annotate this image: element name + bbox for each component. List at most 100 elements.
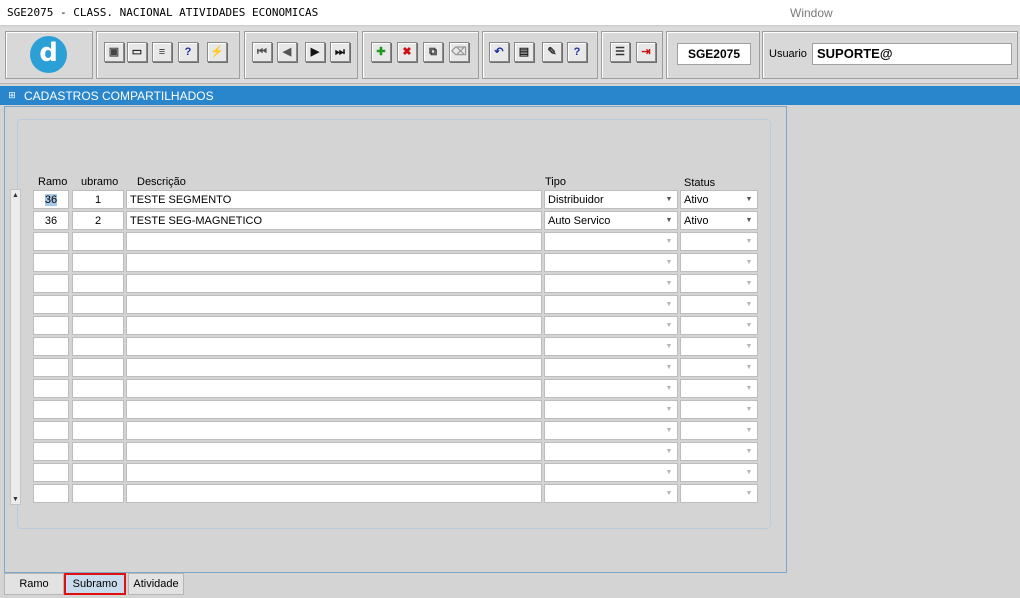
chevron-down-icon[interactable]: ▼ — [741, 422, 757, 439]
chevron-down-icon[interactable]: ▼ — [741, 485, 757, 502]
cell-descricao[interactable] — [126, 400, 542, 419]
previous-record-button[interactable]: ◀ — [277, 42, 297, 62]
cell-tipo[interactable]: ▼ — [544, 463, 678, 482]
chevron-down-icon[interactable]: ▼ — [661, 485, 677, 502]
chevron-down-icon[interactable]: ▼ — [741, 212, 757, 229]
cell-subramo[interactable] — [72, 337, 124, 356]
undo-button[interactable]: ↶ — [489, 42, 509, 62]
cell-status[interactable]: ▼ — [680, 337, 758, 356]
cell-descricao[interactable] — [126, 442, 542, 461]
cell-descricao[interactable] — [126, 358, 542, 377]
chevron-down-icon[interactable]: ▼ — [661, 464, 677, 481]
cell-descricao[interactable] — [126, 463, 542, 482]
chevron-down-icon[interactable]: ▼ — [661, 422, 677, 439]
clear-record-button[interactable]: ⌫ — [449, 42, 469, 62]
cell-descricao[interactable] — [126, 232, 542, 251]
chevron-down-icon[interactable]: ▼ — [661, 317, 677, 334]
clipboard-button[interactable]: ▤ — [514, 42, 534, 62]
cell-status[interactable]: ▼ — [680, 295, 758, 314]
chevron-down-icon[interactable]: ▼ — [741, 296, 757, 313]
cell-descricao[interactable] — [126, 316, 542, 335]
logo-button[interactable]: d — [30, 36, 67, 73]
cell-ramo[interactable] — [33, 316, 69, 335]
query-button[interactable]: ? — [178, 42, 198, 62]
cell-status[interactable]: ▼ — [680, 463, 758, 482]
cell-tipo[interactable]: ▼ — [544, 484, 678, 503]
cell-subramo[interactable] — [72, 463, 124, 482]
cell-status[interactable]: ▼ — [680, 421, 758, 440]
cell-ramo[interactable] — [33, 232, 69, 251]
cell-tipo[interactable]: ▼ — [544, 232, 678, 251]
chevron-down-icon[interactable]: ▼ — [741, 464, 757, 481]
chevron-down-icon[interactable]: ▼ — [741, 317, 757, 334]
cell-ramo[interactable] — [33, 253, 69, 272]
delete-record-button[interactable]: ✖ — [397, 42, 417, 62]
chevron-down-icon[interactable]: ▼ — [741, 191, 757, 208]
cell-ramo[interactable] — [33, 358, 69, 377]
cell-descricao[interactable] — [126, 253, 542, 272]
cell-descricao[interactable] — [126, 337, 542, 356]
chevron-down-icon[interactable]: ▼ — [661, 275, 677, 292]
cell-tipo[interactable]: ▼ — [544, 379, 678, 398]
save-button[interactable]: ▣ — [104, 42, 124, 62]
cell-tipo[interactable]: ▼ — [544, 337, 678, 356]
cell-subramo[interactable] — [72, 442, 124, 461]
cell-status[interactable]: Ativo ▼ — [680, 211, 758, 230]
chevron-down-icon[interactable]: ▼ — [661, 380, 677, 397]
cell-tipo[interactable]: Auto Servico ▼ — [544, 211, 678, 230]
cell-ramo[interactable] — [33, 400, 69, 419]
cell-tipo[interactable]: ▼ — [544, 253, 678, 272]
cell-status[interactable]: ▼ — [680, 358, 758, 377]
scroll-up-icon[interactable]: ▲ — [11, 190, 20, 200]
duplicate-record-button[interactable]: ⧉ — [423, 42, 443, 62]
last-record-button[interactable]: ⏭ — [330, 42, 350, 62]
chevron-down-icon[interactable]: ▼ — [661, 401, 677, 418]
cell-ramo[interactable] — [33, 379, 69, 398]
chevron-down-icon[interactable]: ▼ — [741, 380, 757, 397]
cell-tipo[interactable]: ▼ — [544, 316, 678, 335]
tools-button[interactable]: ✎ — [542, 42, 562, 62]
chevron-down-icon[interactable]: ▼ — [661, 254, 677, 271]
scroll-down-icon[interactable]: ▼ — [11, 494, 20, 504]
cell-subramo[interactable] — [72, 421, 124, 440]
tab-ramo[interactable]: Ramo — [4, 573, 64, 595]
chevron-down-icon[interactable]: ▼ — [741, 443, 757, 460]
cell-subramo[interactable] — [72, 316, 124, 335]
cell-subramo[interactable] — [72, 253, 124, 272]
print-button[interactable]: ≡ — [152, 42, 172, 62]
cell-tipo[interactable]: ▼ — [544, 295, 678, 314]
cell-status[interactable]: ▼ — [680, 379, 758, 398]
chevron-down-icon[interactable]: ▼ — [741, 275, 757, 292]
chevron-down-icon[interactable]: ▼ — [741, 254, 757, 271]
chevron-down-icon[interactable]: ▼ — [661, 359, 677, 376]
chevron-down-icon[interactable]: ▼ — [741, 338, 757, 355]
exit-button[interactable]: ⇥ — [636, 42, 656, 62]
cell-ramo[interactable] — [33, 295, 69, 314]
cell-ramo[interactable] — [33, 463, 69, 482]
cell-ramo[interactable] — [33, 337, 69, 356]
help-button[interactable]: ? — [567, 42, 587, 62]
cell-subramo[interactable] — [72, 379, 124, 398]
cell-status[interactable]: ▼ — [680, 274, 758, 293]
cell-descricao[interactable]: TESTE SEG-MAGNETICO — [126, 211, 542, 230]
cell-descricao[interactable] — [126, 421, 542, 440]
cell-subramo[interactable] — [72, 484, 124, 503]
cell-subramo[interactable] — [72, 400, 124, 419]
window-menu[interactable]: Window — [790, 6, 833, 20]
cell-descricao[interactable] — [126, 274, 542, 293]
cell-status[interactable]: Ativo ▼ — [680, 190, 758, 209]
usuario-field[interactable]: SUPORTE@ — [812, 43, 1012, 65]
cell-tipo[interactable]: Distribuidor ▼ — [544, 190, 678, 209]
first-record-button[interactable]: ⏮ — [252, 42, 272, 62]
chevron-down-icon[interactable]: ▼ — [661, 443, 677, 460]
cell-subramo[interactable] — [72, 232, 124, 251]
cell-status[interactable]: ▼ — [680, 400, 758, 419]
chevron-down-icon[interactable]: ▼ — [741, 233, 757, 250]
cell-status[interactable]: ▼ — [680, 253, 758, 272]
cell-ramo[interactable] — [33, 274, 69, 293]
cell-ramo[interactable] — [33, 442, 69, 461]
cell-subramo[interactable] — [72, 274, 124, 293]
cell-tipo[interactable]: ▼ — [544, 358, 678, 377]
cell-ramo[interactable] — [33, 484, 69, 503]
cell-descricao[interactable] — [126, 295, 542, 314]
